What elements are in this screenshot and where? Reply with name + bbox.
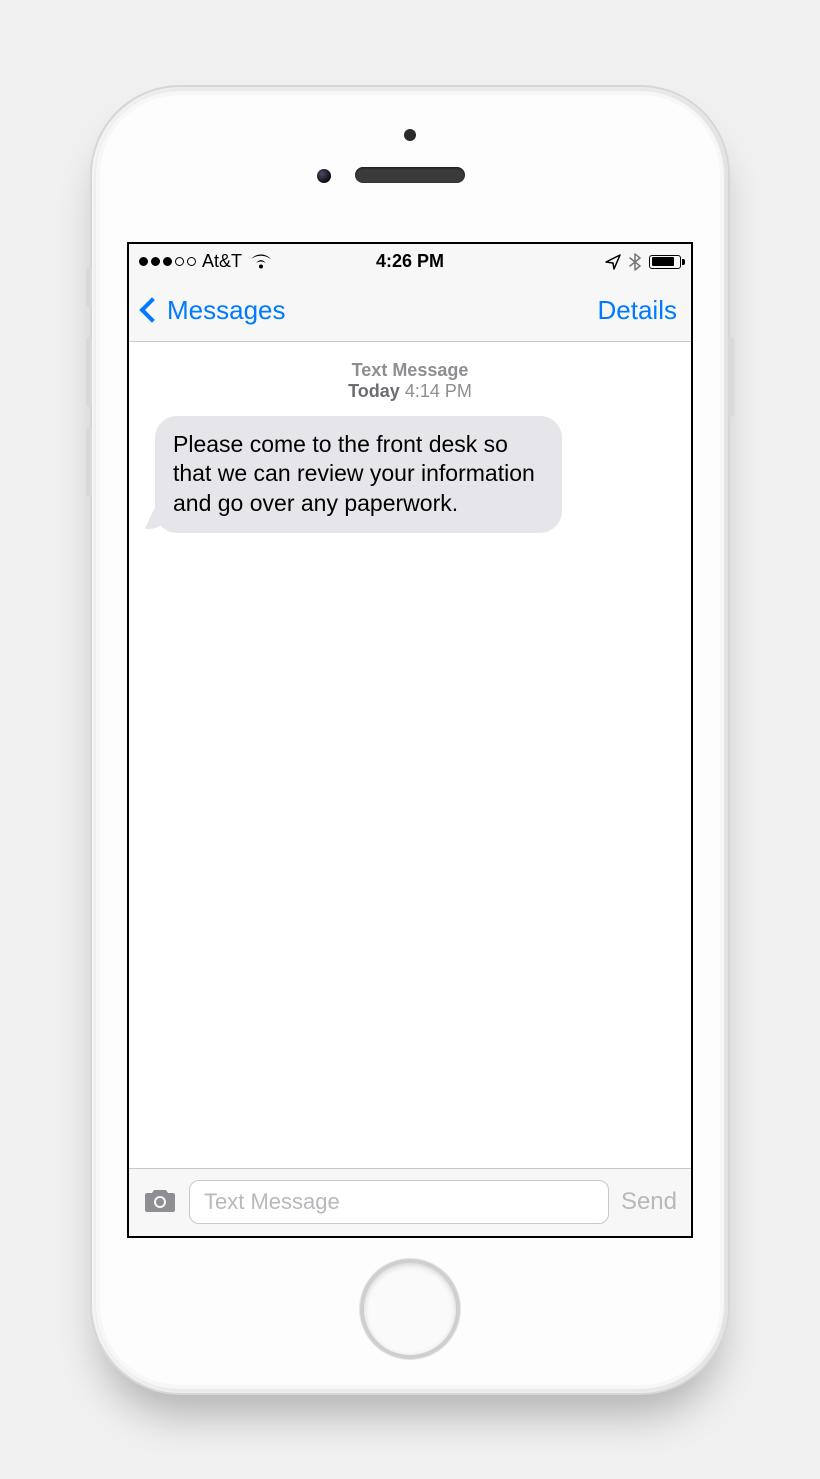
- bluetooth-icon: [629, 253, 641, 271]
- wifi-icon: [250, 254, 272, 270]
- phone-frame: At&T 4:26 PM Messages Details: [90, 85, 730, 1395]
- thread-time: 4:14 PM: [405, 381, 472, 401]
- front-camera: [404, 129, 416, 141]
- compose-bar: Send: [129, 1168, 691, 1236]
- carrier-label: At&T: [202, 251, 242, 272]
- home-button[interactable]: [360, 1259, 460, 1359]
- send-button[interactable]: Send: [621, 1188, 677, 1216]
- volume-down-button: [86, 427, 92, 497]
- camera-icon[interactable]: [143, 1186, 177, 1219]
- volume-up-button: [86, 337, 92, 407]
- message-input[interactable]: [189, 1180, 609, 1224]
- chevron-left-icon: [139, 297, 164, 322]
- battery-icon: [649, 255, 681, 269]
- power-button: [728, 337, 734, 417]
- details-button[interactable]: Details: [598, 295, 677, 326]
- cellular-signal-icon: [139, 257, 196, 266]
- thread-type-label: Text Message: [149, 360, 671, 381]
- thread-header: Text Message Today 4:14 PM: [149, 360, 671, 402]
- thread-timestamp: Today 4:14 PM: [149, 381, 671, 402]
- nav-bar: Messages Details: [129, 280, 691, 342]
- incoming-message-bubble[interactable]: Please come to the front desk so that we…: [155, 416, 562, 534]
- back-label: Messages: [167, 295, 286, 326]
- location-icon: [605, 254, 621, 270]
- back-button[interactable]: Messages: [143, 295, 286, 326]
- screen: At&T 4:26 PM Messages Details: [127, 242, 693, 1238]
- proximity-sensor: [317, 169, 331, 183]
- thread-day: Today: [348, 381, 400, 401]
- earpiece-speaker: [355, 167, 465, 183]
- conversation-area[interactable]: Text Message Today 4:14 PM Please come t…: [129, 342, 691, 1168]
- status-bar: At&T 4:26 PM: [129, 244, 691, 280]
- mute-switch: [86, 267, 92, 307]
